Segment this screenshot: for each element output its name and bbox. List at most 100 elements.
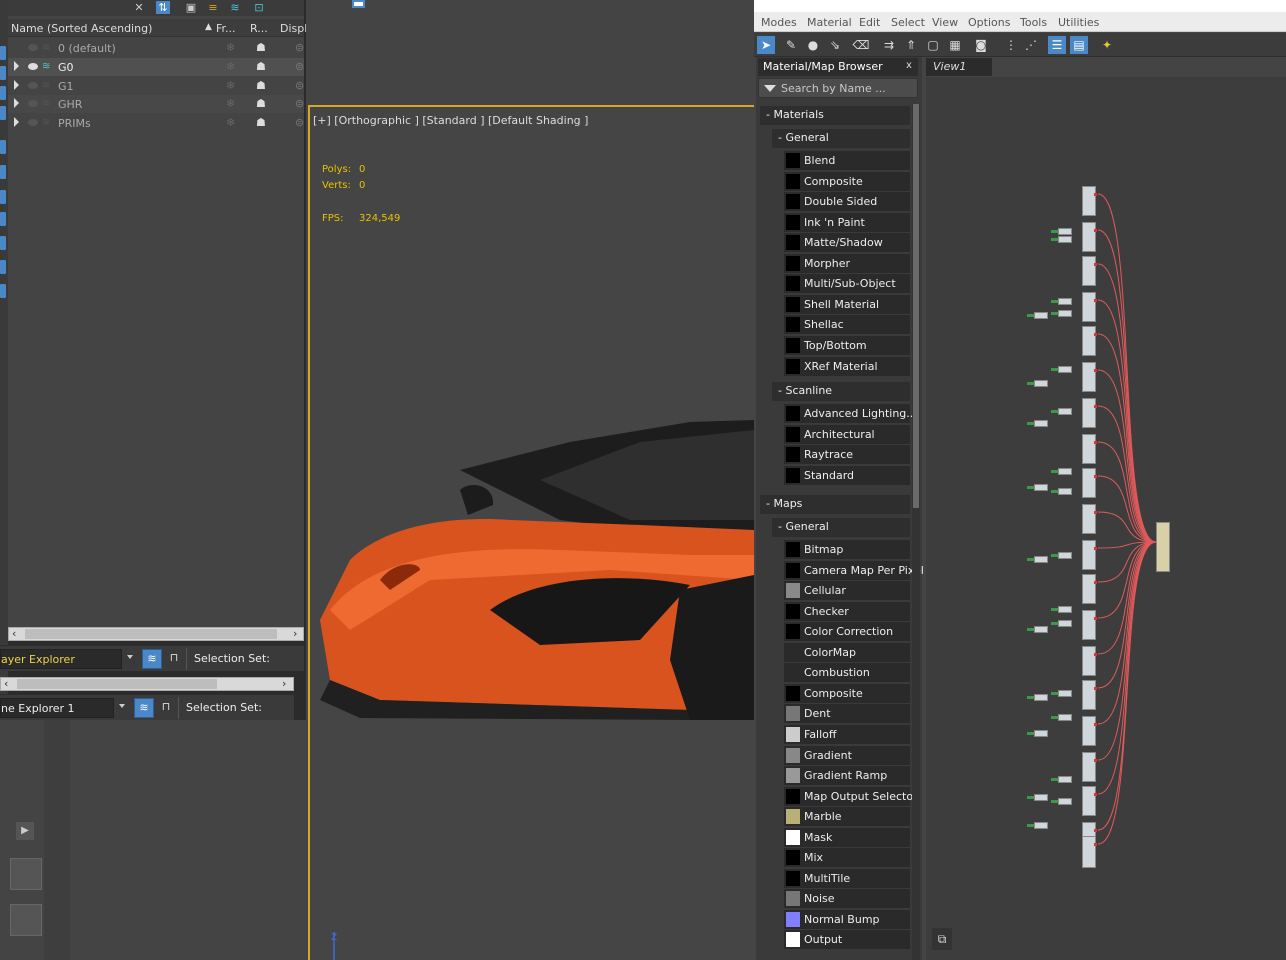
tool-icon[interactable] — [0, 66, 6, 80]
map-node[interactable] — [1082, 610, 1097, 640]
map-node-small[interactable] — [1051, 228, 1072, 235]
scroll-right-icon[interactable]: › — [293, 627, 297, 640]
map-item[interactable]: Marble — [784, 807, 910, 827]
maps-general-group[interactable]: - General — [772, 518, 910, 537]
expand-arrow-icon[interactable] — [14, 80, 19, 90]
layout-children-icon[interactable]: ⋰ — [1022, 36, 1040, 54]
map-item[interactable]: Composite — [784, 683, 910, 703]
freeze-icon[interactable]: ❄ — [226, 97, 235, 110]
output-port-icon[interactable] — [1094, 229, 1097, 232]
layer-row[interactable]: ≋ GHR ❄ ☗ ⊜ — [8, 95, 304, 113]
navigator-icon[interactable]: ✦ — [1098, 36, 1116, 54]
explorer-dropdown[interactable]: ayer Explorer — [0, 649, 122, 669]
output-port-icon[interactable] — [1094, 405, 1097, 408]
map-node-small[interactable] — [1051, 690, 1072, 697]
delete-icon[interactable]: ⌫ — [852, 36, 870, 54]
map-item[interactable]: Bitmap — [784, 540, 910, 559]
binoculars-icon[interactable]: ⧉ — [932, 928, 952, 950]
map-node-small[interactable] — [1051, 552, 1072, 559]
move-children-icon[interactable]: ⇉ — [880, 36, 898, 54]
map-node-small[interactable] — [1027, 730, 1048, 737]
teapot-icon[interactable]: ☗ — [256, 97, 266, 110]
map-item[interactable]: Noise — [784, 889, 910, 909]
output-port-icon[interactable] — [1094, 617, 1097, 620]
maps-group[interactable]: - Maps — [760, 495, 910, 514]
name-column-header[interactable]: Name (Sorted Ascending) — [11, 22, 152, 35]
map-node[interactable] — [1082, 434, 1097, 464]
horizontal-scrollbar[interactable]: ‹ › — [0, 677, 294, 691]
material-item[interactable]: Advanced Lighting... — [784, 404, 917, 423]
panel-button[interactable] — [10, 858, 42, 890]
tool-icon[interactable] — [0, 236, 6, 250]
map-node[interactable] — [1082, 716, 1097, 746]
chevron-down-icon[interactable] — [127, 655, 133, 659]
material-item[interactable]: Double Sided — [784, 192, 910, 212]
map-node-small[interactable] — [1051, 468, 1072, 475]
material-item[interactable]: Standard — [784, 465, 910, 485]
material-item[interactable]: Composite — [784, 171, 910, 191]
scroll-thumb[interactable] — [25, 629, 277, 639]
map-node-small[interactable] — [1027, 694, 1048, 701]
menu-tools[interactable]: Tools — [1020, 16, 1047, 29]
tool-icon[interactable] — [0, 140, 6, 154]
output-port-icon[interactable] — [1094, 581, 1097, 584]
menu-select[interactable]: Select — [891, 16, 925, 29]
map-item[interactable]: Combustion — [784, 663, 910, 683]
hierarchy-icon[interactable]: ⇅ — [156, 1, 170, 14]
map-node[interactable] — [1082, 836, 1097, 868]
map-node-small[interactable] — [1027, 556, 1048, 563]
material-item[interactable]: Matte/Shadow — [784, 233, 910, 253]
eyedropper-icon[interactable]: ✎ — [782, 36, 800, 54]
map-item[interactable]: Mask — [784, 827, 910, 847]
material-icon[interactable]: ● — [804, 36, 822, 54]
freeze-icon[interactable]: ❄ — [226, 79, 235, 92]
map-item[interactable]: ColorMap — [784, 642, 910, 662]
background-icon[interactable]: ▢ — [924, 36, 942, 54]
output-port-icon[interactable] — [1094, 369, 1097, 372]
output-port-icon[interactable] — [1094, 723, 1097, 726]
layers-toggle-button[interactable]: ≋ — [142, 649, 162, 669]
output-port-icon[interactable] — [1094, 843, 1097, 846]
eye-icon[interactable] — [28, 82, 38, 89]
output-port-icon[interactable] — [1094, 475, 1097, 478]
map-node-small[interactable] — [1051, 366, 1072, 373]
output-port-icon[interactable] — [1094, 793, 1097, 796]
map-item[interactable]: Map Output Selector — [784, 786, 918, 806]
material-output-node[interactable] — [1156, 522, 1170, 572]
explorer-dropdown[interactable]: ne Explorer 1 — [0, 698, 114, 718]
expand-arrow-icon[interactable] — [14, 117, 19, 127]
menu-material[interactable]: Material — [807, 16, 852, 29]
teapot-icon[interactable]: ☗ — [256, 41, 266, 54]
map-node-small[interactable] — [1027, 420, 1048, 427]
output-port-icon[interactable] — [1094, 687, 1097, 690]
menu-utilities[interactable]: Utilities — [1058, 16, 1099, 29]
eye-icon[interactable] — [28, 100, 38, 107]
materials-group[interactable]: - Materials — [760, 106, 910, 125]
map-item[interactable]: Cellular — [784, 581, 910, 601]
expand-arrow-icon[interactable] — [14, 61, 19, 71]
play-icon[interactable]: ▶ — [16, 822, 34, 840]
tool-icon[interactable] — [0, 212, 6, 226]
close-icon[interactable]: ✕ — [132, 1, 146, 14]
viewport-label[interactable]: [+] [Orthographic ] [Standard ] [Default… — [313, 114, 588, 127]
eye-icon[interactable] — [28, 44, 38, 51]
select-tool-icon[interactable]: ➤ — [757, 36, 775, 54]
tool-icon[interactable] — [0, 86, 6, 100]
view-tab[interactable]: View1 — [926, 58, 992, 76]
map-item[interactable]: Camera Map Per Pixel — [784, 560, 924, 580]
map-node[interactable] — [1082, 468, 1097, 498]
material-item[interactable]: Morpher — [784, 253, 910, 273]
output-port-icon[interactable] — [1094, 511, 1097, 514]
chevron-down-icon[interactable] — [119, 704, 125, 708]
map-item[interactable]: Checker — [784, 601, 910, 621]
layer-row[interactable]: ≋ 0 (default) ❄ ☗ ⊜ — [8, 39, 304, 57]
output-port-icon[interactable] — [1094, 547, 1097, 550]
map-node-small[interactable] — [1051, 408, 1072, 415]
editor-toggle-icon[interactable]: ▤ — [1070, 36, 1088, 54]
tool-icon[interactable] — [0, 165, 6, 179]
scanline-group[interactable]: - Scanline — [772, 382, 910, 401]
output-port-icon[interactable] — [1094, 653, 1097, 656]
map-node[interactable] — [1082, 362, 1097, 392]
map-node[interactable] — [1082, 752, 1097, 782]
display-icon[interactable]: ⊜ — [295, 79, 304, 92]
